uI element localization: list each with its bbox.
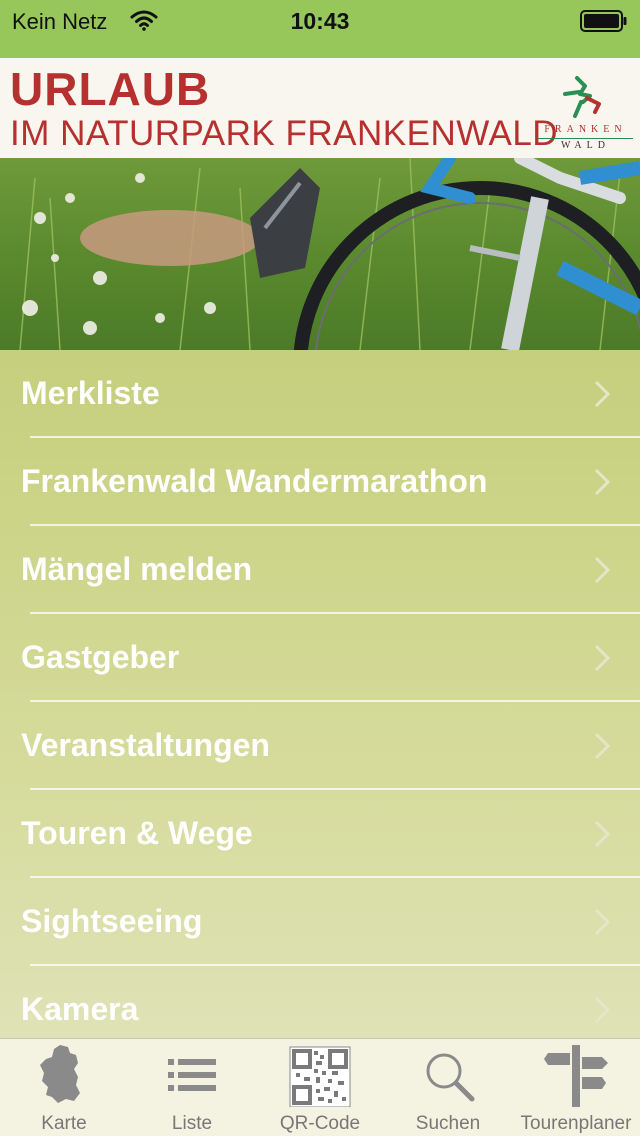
banner-subtitle: IM NATURPARK FRANKENWALD: [10, 114, 559, 153]
menu-item-label: Veranstaltungen: [21, 727, 270, 763]
menu-item-label: Touren & Wege: [21, 815, 253, 851]
tab-bar: Karte Liste QR-Code Suchen Tourenplaner: [0, 1038, 640, 1136]
menu-item-wandermarathon[interactable]: Frankenwald Wandermarathon: [0, 438, 640, 526]
chevron-right-icon: [594, 732, 610, 760]
menu-item-label: Gastgeber: [21, 639, 180, 675]
status-bar: Kein Netz 10:43: [0, 0, 640, 58]
tab-suchen[interactable]: Suchen: [384, 1039, 512, 1136]
tab-tourenplaner[interactable]: Tourenplaner: [512, 1039, 640, 1136]
tab-label: Liste: [171, 1113, 213, 1134]
chevron-right-icon: [594, 468, 610, 496]
logo-text-franken: FRANKEN: [544, 124, 627, 135]
menu-item-label: Merkliste: [21, 375, 160, 411]
menu-item-maengel-melden[interactable]: Mängel melden: [0, 526, 640, 614]
chevron-right-icon: [594, 380, 610, 408]
tab-label: QR-Code: [279, 1113, 361, 1134]
chevron-right-icon: [594, 644, 610, 672]
tab-label: Suchen: [415, 1113, 481, 1134]
battery-icon: [580, 10, 627, 32]
menu-item-veranstaltungen[interactable]: Veranstaltungen: [0, 702, 640, 790]
tab-label: Tourenplaner: [520, 1113, 632, 1134]
list-icon: [168, 1059, 216, 1091]
chevron-right-icon: [594, 556, 610, 584]
status-time: 10:43: [290, 8, 350, 34]
germany-map-icon: [40, 1045, 80, 1103]
logo-text-wald: WALD: [561, 140, 610, 151]
search-icon: [426, 1053, 475, 1102]
menu-item-gastgeber[interactable]: Gastgeber: [0, 614, 640, 702]
hero-image: [0, 158, 640, 350]
chevron-right-icon: [594, 996, 610, 1024]
menu-item-label: Sightseeing: [21, 903, 203, 939]
menu-item-kamera[interactable]: Kamera: [0, 966, 640, 1038]
qr-code-icon: [289, 1046, 351, 1107]
menu-item-label: Frankenwald Wandermarathon: [21, 463, 488, 499]
signpost-icon: [544, 1045, 608, 1107]
tab-karte[interactable]: Karte: [0, 1039, 128, 1136]
menu-item-merkliste[interactable]: Merkliste: [0, 350, 640, 438]
banner-title: URLAUB: [10, 63, 211, 115]
app-banner: URLAUB IM NATURPARK FRANKENWALD FRANKEN …: [0, 58, 640, 158]
menu-item-label: Kamera: [21, 991, 139, 1027]
menu-item-touren-wege[interactable]: Touren & Wege: [0, 790, 640, 878]
tab-label: Karte: [41, 1113, 87, 1134]
chevron-right-icon: [594, 820, 610, 848]
menu-item-label: Mängel melden: [21, 551, 253, 587]
main-menu: Merkliste Frankenwald Wandermarathon Män…: [0, 350, 640, 1038]
chevron-right-icon: [594, 908, 610, 936]
tab-qr-code[interactable]: QR-Code: [256, 1039, 384, 1136]
menu-item-sightseeing[interactable]: Sightseeing: [0, 878, 640, 966]
logo-divider: [538, 138, 633, 139]
tab-liste[interactable]: Liste: [128, 1039, 256, 1136]
